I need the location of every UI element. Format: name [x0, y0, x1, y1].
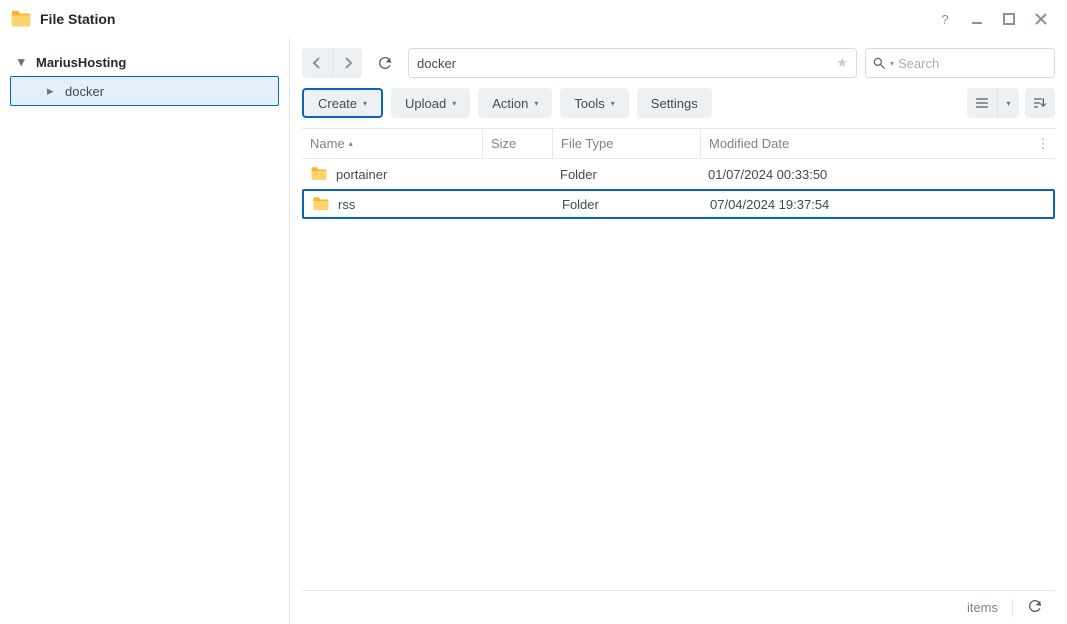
- search-box[interactable]: ▾: [865, 48, 1055, 78]
- caret-right-icon: ▸: [47, 83, 59, 99]
- maximize-icon[interactable]: [993, 5, 1025, 33]
- table-row[interactable]: portainer Folder01/07/2024 00:33:50: [302, 159, 1055, 189]
- row-modified: 01/07/2024 00:33:50: [700, 167, 1055, 182]
- column-size[interactable]: Size: [482, 129, 552, 158]
- row-name: portainer: [336, 167, 387, 182]
- sort-asc-icon: ▴: [349, 139, 353, 148]
- tree-item-label: docker: [65, 84, 104, 99]
- view-list-button[interactable]: [967, 88, 997, 118]
- caret-down-icon: ▾: [18, 54, 30, 70]
- tree-root[interactable]: ▾ MariusHosting: [0, 48, 289, 76]
- tools-button[interactable]: Tools▾: [560, 88, 628, 118]
- row-name: rss: [338, 197, 355, 212]
- status-items-label: items: [967, 600, 998, 615]
- view-dropdown-button[interactable]: ▾: [997, 88, 1019, 118]
- status-divider: [1012, 599, 1013, 617]
- close-icon[interactable]: [1025, 5, 1057, 33]
- row-modified: 07/04/2024 19:37:54: [702, 197, 1053, 212]
- nav-back-button[interactable]: [302, 48, 332, 78]
- create-button[interactable]: Create▾: [302, 88, 383, 118]
- column-type[interactable]: File Type: [552, 129, 700, 158]
- app-folder-icon: [10, 8, 32, 30]
- tree-root-label: MariusHosting: [36, 55, 126, 70]
- row-type: Folder: [552, 167, 700, 182]
- minimize-icon[interactable]: [961, 5, 993, 33]
- nav-forward-button[interactable]: [332, 48, 362, 78]
- path-input-box[interactable]: ★: [408, 48, 857, 78]
- sort-button[interactable]: [1025, 88, 1055, 118]
- action-button[interactable]: Action▾: [478, 88, 552, 118]
- path-input[interactable]: [417, 56, 836, 71]
- settings-button[interactable]: Settings: [637, 88, 712, 118]
- help-icon[interactable]: ?: [929, 5, 961, 33]
- sidebar: ▾ MariusHosting ▸ docker: [0, 38, 290, 624]
- search-input[interactable]: [898, 56, 1067, 71]
- column-modified[interactable]: Modified Date: [700, 129, 1031, 158]
- tree-item-docker[interactable]: ▸ docker: [10, 76, 279, 106]
- column-name[interactable]: Name▴: [302, 136, 482, 151]
- table-row[interactable]: rss Folder07/04/2024 19:37:54: [302, 189, 1055, 219]
- upload-button[interactable]: Upload▾: [391, 88, 470, 118]
- search-dropdown-icon[interactable]: ▾: [890, 59, 894, 68]
- column-more-icon[interactable]: ⋮: [1031, 136, 1055, 152]
- row-type: Folder: [554, 197, 702, 212]
- app-title: File Station: [40, 11, 115, 27]
- folder-icon: [312, 195, 330, 213]
- table-header: Name▴ Size File Type Modified Date ⋮: [302, 129, 1055, 159]
- folder-icon: [310, 165, 328, 183]
- status-refresh-button[interactable]: [1027, 598, 1043, 617]
- favorite-star-icon[interactable]: ★: [836, 55, 848, 71]
- refresh-button[interactable]: [370, 48, 400, 78]
